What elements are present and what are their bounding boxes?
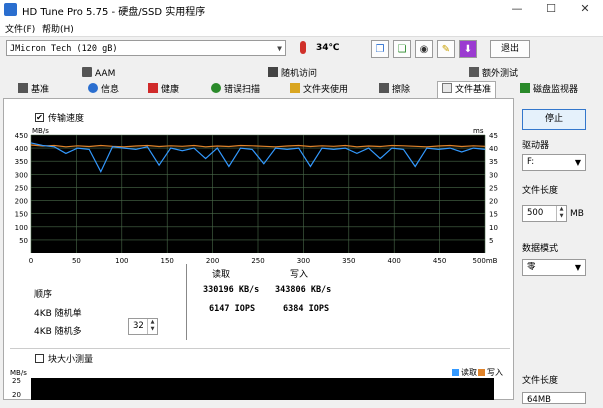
y-tick-right: 45 [489, 132, 498, 140]
y-tick-left: 50 [19, 237, 28, 245]
y-tick-left: 300 [15, 171, 28, 179]
legend-read-swatch [452, 369, 459, 376]
stop-button[interactable]: 停止 [522, 109, 586, 130]
x-tick-label: 450 [433, 257, 446, 265]
y-tick-right: 40 [489, 145, 498, 153]
drive-letter-select[interactable]: F: ▼ [522, 154, 586, 171]
legend-write-label: 写入 [487, 368, 503, 377]
data-pattern-value: 零 [527, 262, 536, 272]
block-y-20: 20 [12, 391, 21, 399]
legend-read-label: 读取 [461, 368, 477, 377]
y-tick-left: 250 [15, 184, 28, 192]
row-label-4kb-multi: 4KB 随机多 [34, 327, 82, 337]
y-tick-right: 20 [489, 198, 498, 206]
filesize2-select[interactable]: 64MB [522, 392, 586, 405]
chevron-down-icon: ▼ [574, 263, 581, 272]
block-y-25: 25 [12, 377, 21, 385]
x-tick-label: 400 [388, 257, 401, 265]
y-tick-right: 5 [489, 237, 493, 245]
write-sequential: 343806 KB/s [275, 285, 332, 295]
y-tick-left: 150 [15, 211, 28, 219]
filesize2-label: 文件长度 [522, 376, 559, 386]
y-tick-left: 400 [15, 145, 28, 153]
section-divider [10, 348, 510, 349]
read-4kb-single: 6147 IOPS [209, 304, 256, 314]
data-pattern-select[interactable]: 零 ▼ [522, 259, 586, 276]
transfer-chart: 450 45400 40350 35300 30250 25200 20150 15100 10… [15, 132, 498, 265]
x-tick-label: 350 [342, 257, 355, 265]
y-tick-left: 200 [15, 198, 28, 206]
queue-depth-stepper[interactable]: 32 ▲ ▼ [128, 318, 158, 335]
chevron-down-icon: ▼ [574, 158, 581, 167]
x-tick-label: 300 [297, 257, 310, 265]
y-tick-right: 30 [489, 171, 498, 179]
queue-depth-value: 32 [133, 321, 144, 331]
x-tick-label: 100 [115, 257, 128, 265]
write-header: 写入 [290, 270, 309, 280]
block-unit: MB/s [10, 369, 27, 377]
filesize-stepper[interactable]: 500 ▲ ▼ [522, 205, 567, 222]
y-tick-left: 100 [15, 224, 28, 232]
data-pattern-label: 数据模式 [522, 244, 559, 254]
filesize-unit: MB [570, 209, 584, 219]
table-divider [186, 264, 187, 340]
x-tick-label: 200 [206, 257, 219, 265]
filesize2-value: 64MB [527, 395, 551, 405]
spinner-icon[interactable]: ▲ ▼ [147, 319, 157, 334]
x-tick-label: 500mB [473, 257, 498, 265]
y-tick-right: 35 [489, 158, 498, 166]
drive-label: 驱动器 [522, 141, 550, 151]
y-tick-left: 350 [15, 158, 28, 166]
block-size-checkbox[interactable] [35, 354, 44, 363]
block-size-label: 块大小测量 [48, 355, 94, 365]
block-size-chart [31, 378, 494, 400]
y-tick-right: 15 [489, 211, 498, 219]
write-4kb-single: 6384 IOPS [283, 304, 330, 314]
read-header: 读取 [212, 270, 231, 280]
filesize-value: 500 [527, 208, 544, 218]
y-tick-left: 450 [15, 132, 28, 140]
read-sequential: 330196 KB/s [203, 285, 260, 295]
y-tick-right: 25 [489, 184, 498, 192]
x-tick-label: 150 [161, 257, 174, 265]
x-tick-label: 50 [72, 257, 81, 265]
row-label-sequential: 顺序 [34, 290, 53, 300]
spinner-icon[interactable]: ▲ ▼ [556, 206, 566, 221]
x-tick-label: 250 [251, 257, 264, 265]
x-tick-label: 0 [29, 257, 33, 265]
filesize-label: 文件长度 [522, 186, 559, 196]
y-tick-right: 10 [489, 224, 498, 232]
row-label-4kb-single: 4KB 随机单 [34, 309, 82, 319]
drive-letter-value: F: [527, 157, 535, 167]
legend-write-swatch [478, 369, 485, 376]
